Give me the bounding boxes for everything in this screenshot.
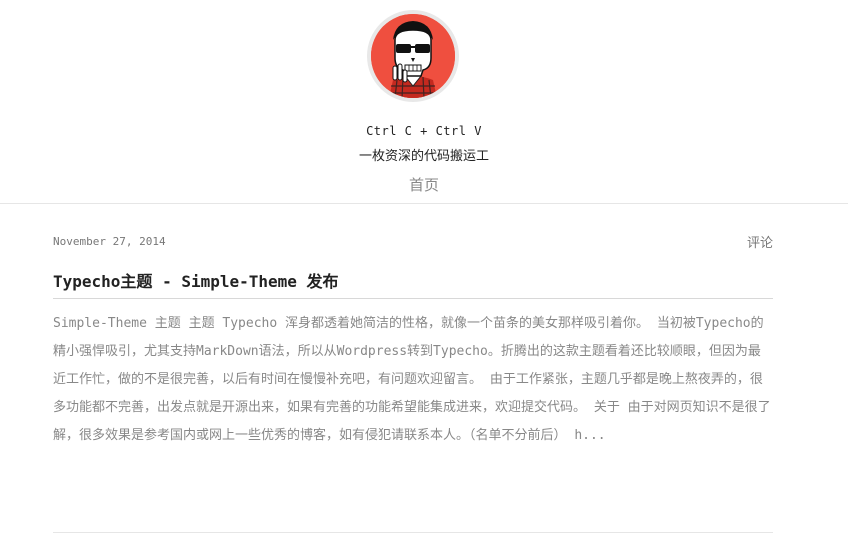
site-description: 一枚资深的代码搬运工 (358, 149, 489, 164)
post-meta: November 27, 2014 评论 (53, 226, 773, 251)
nav-item-home[interactable]: 首页 (409, 176, 439, 194)
post-title[interactable]: Typecho主题 - Simple-Theme 发布 (53, 268, 773, 299)
comments-link[interactable]: 评论 (747, 232, 773, 251)
post-divider (53, 532, 773, 533)
skull-hipster-avatar-icon (371, 14, 455, 98)
site-title[interactable]: Ctrl C + Ctrl V (0, 124, 848, 138)
avatar[interactable] (367, 10, 459, 102)
site-header: Ctrl C + Ctrl V 一枚资深的代码搬运工 首页 (0, 0, 848, 204)
post-date: November 27, 2014 (53, 235, 166, 248)
post-card: November 27, 2014 评论 Typecho主题 - Simple-… (53, 226, 773, 443)
main-nav: 首页 (0, 174, 848, 195)
post-excerpt: Simple-Theme 主题 主题 Typecho 浑身都透着她简洁的性格，就… (53, 316, 771, 443)
